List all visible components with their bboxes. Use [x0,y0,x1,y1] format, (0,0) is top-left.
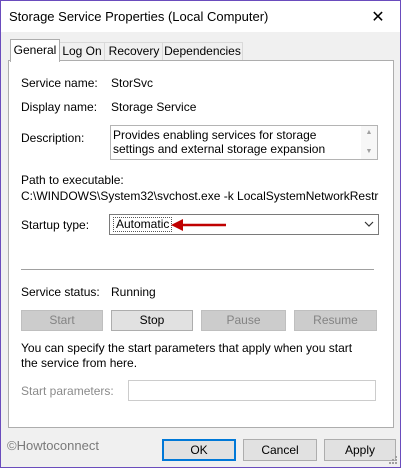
display-name-value: Storage Service [111,100,197,114]
tab-general[interactable]: General [10,39,60,62]
scroll-up-icon[interactable]: ▲ [361,127,377,139]
start-button-label: Start [49,313,75,327]
tab-log-on[interactable]: Log On [58,42,106,61]
description-textbox[interactable]: Provides enabling services for storage s… [110,125,378,160]
apply-button-label: Apply [344,443,376,457]
ok-button[interactable]: OK [162,439,236,461]
resume-button-label: Resume [313,313,358,327]
start-button[interactable]: Start [21,310,103,331]
cancel-button[interactable]: Cancel [243,439,317,461]
tab-dependencies[interactable]: Dependencies [162,42,243,61]
path-value: C:\WINDOWS\System32\svchost.exe -k Local… [21,189,379,203]
close-icon[interactable]: ✕ [356,1,400,32]
start-parameters-label: Start parameters: [21,384,114,398]
description-label: Description: [21,131,85,145]
scroll-down-icon[interactable]: ▼ [361,146,377,158]
service-status-label: Service status: [21,285,100,299]
startup-type-select[interactable]: Automatic [109,214,379,235]
service-name-value: StorSvc [111,76,154,90]
path-label: Path to executable: [21,173,124,187]
tab-dependencies-label: Dependencies [164,44,241,58]
service-name-label: Service name: [21,76,98,90]
stop-button[interactable]: Stop [111,310,193,331]
startup-type-label: Startup type: [21,218,90,232]
general-tab-panel [8,60,394,428]
chevron-down-icon[interactable] [363,218,375,230]
separator [21,269,374,270]
stop-button-label: Stop [139,313,165,327]
tab-recovery-label: Recovery [108,44,160,58]
display-name-label: Display name: [21,100,98,114]
window-title: Storage Service Properties (Local Comput… [9,9,269,24]
start-parameters-input[interactable] [128,380,376,401]
pause-button[interactable]: Pause [201,310,286,331]
service-status-value: Running [111,285,156,299]
tab-general-label: General [13,43,57,57]
cancel-button-label: Cancel [261,443,299,457]
apply-button[interactable]: Apply [324,439,396,461]
resume-button[interactable]: Resume [294,310,377,331]
startup-type-value: Automatic [113,217,173,232]
resize-grip-icon[interactable] [388,455,398,465]
description-text: Provides enabling services for storage s… [113,128,326,156]
start-parameters-info: You can specify the start parameters tha… [21,341,353,370]
ok-button-label: OK [190,443,208,457]
dialog-window: Storage Service Properties (Local Comput… [0,0,401,468]
tab-recovery[interactable]: Recovery [104,42,164,61]
tab-log-on-label: Log On [62,44,102,58]
pause-button-label: Pause [226,313,261,327]
title-bar[interactable]: Storage Service Properties (Local Comput… [1,1,400,32]
description-scrollbar[interactable]: ▲ ▼ [361,126,377,159]
red-arrow-annotation [171,219,226,231]
watermark: ©Howtoconnect [7,438,99,453]
